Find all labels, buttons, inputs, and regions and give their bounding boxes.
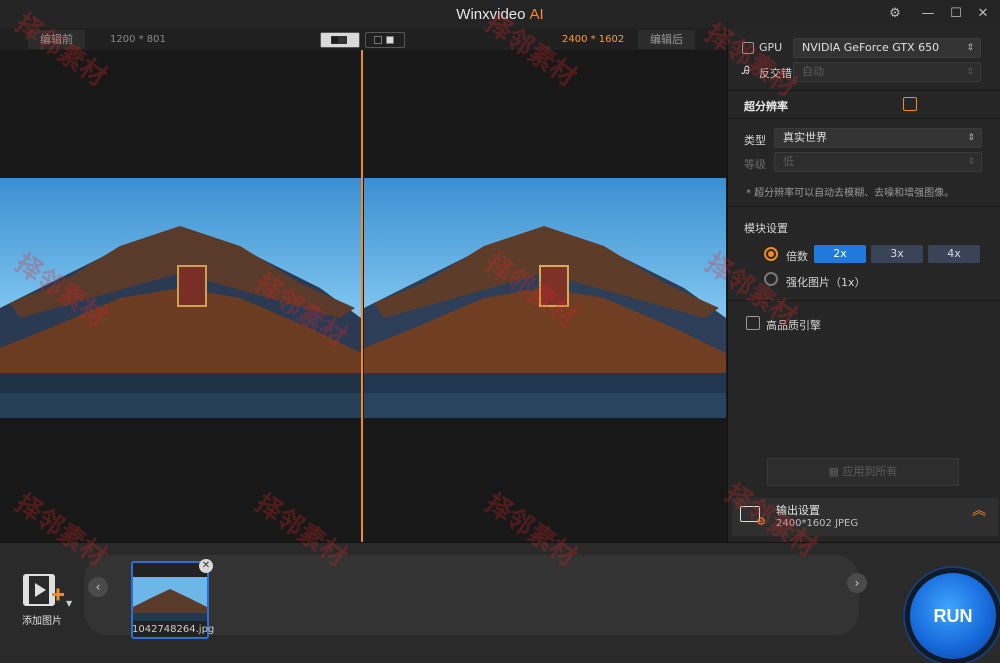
scale-radio[interactable] <box>764 247 778 261</box>
chevron-updown-icon: ⇕ <box>967 157 975 167</box>
deinterlace-select-value: 自动 <box>802 65 824 78</box>
next-arrow-icon[interactable]: › <box>847 573 867 593</box>
prev-arrow-icon[interactable]: ‹ <box>88 577 108 597</box>
pavilion-photo-before <box>0 226 361 418</box>
after-tab: 编辑后 <box>638 30 695 49</box>
level-select-value: 低 <box>783 155 794 168</box>
run-button[interactable]: RUN <box>910 573 996 659</box>
bottom-bar: ▼ 添加图片 ‹ › ✕ 1042748264.jpg RUN <box>0 542 1000 663</box>
compare-bar: 编辑前 1200 * 801 2400 * 1602 编辑后 <box>0 28 726 50</box>
title-bar: Winxvideo AI ⚙ — ☐ ✕ <box>0 0 1000 28</box>
split-view-button[interactable] <box>320 32 360 48</box>
maximize-icon[interactable]: ☐ <box>945 4 967 24</box>
minimize-icon[interactable]: — <box>917 4 939 24</box>
super-resolution-title: 超分辨率 <box>744 100 788 113</box>
add-dropdown-icon[interactable]: ▼ <box>66 599 72 608</box>
hq-engine-label: 高品质引擎 <box>766 319 821 332</box>
add-image-label: 添加图片 <box>22 616 62 627</box>
level-select[interactable]: 低 ⇕ <box>774 152 982 172</box>
apply-all-label: 应用到所有 <box>842 465 898 478</box>
model-settings-title: 模块设置 <box>744 222 788 235</box>
gpu-select-value: NVIDIA GeForce GTX 650 <box>802 41 940 54</box>
deinterlace-icon: Ꭿ <box>742 64 750 77</box>
chevron-updown-icon: ⇕ <box>967 133 975 143</box>
copy-icon: ▦ <box>828 465 843 478</box>
preview-area: 编辑前 1200 * 801 2400 * 1602 编辑后 <box>0 28 726 542</box>
before-tab: 编辑前 <box>28 30 85 49</box>
scale-label: 倍数 <box>786 250 808 263</box>
scale-3x-button[interactable]: 3x <box>871 245 923 263</box>
before-image <box>0 178 361 418</box>
enhance-radio[interactable] <box>764 272 778 286</box>
close-icon[interactable]: ✕ <box>972 4 994 24</box>
type-select-value: 真实世界 <box>783 131 827 144</box>
gpu-select[interactable]: NVIDIA GeForce GTX 650 ⇕ <box>793 38 981 58</box>
after-image <box>364 178 726 418</box>
output-value: 2400*1602 JPEG <box>776 518 859 529</box>
add-image-button[interactable] <box>22 573 64 606</box>
type-select[interactable]: 真实世界 ⇕ <box>774 128 982 148</box>
app-title-text: Winxvideo <box>456 6 526 23</box>
app-title: Winxvideo AI <box>0 6 1000 23</box>
output-title: 输出设置 <box>776 504 820 517</box>
enhance-label: 强化图片（1x） <box>786 276 866 289</box>
chevron-updown-icon: ⇕ <box>966 67 974 77</box>
gpu-label: GPU <box>759 41 783 54</box>
settings-icon[interactable]: ⚙ <box>884 4 906 24</box>
apply-all-button[interactable]: ▦ 应用到所有 <box>767 458 959 486</box>
settings-panel: GPU NVIDIA GeForce GTX 650 ⇕ Ꭿ 反交错 自动 ⇕ … <box>727 28 1000 542</box>
add-image-icon <box>23 574 64 606</box>
deinterlace-label: 反交错 <box>759 67 792 80</box>
chevron-double-up-icon[interactable]: ︽ <box>972 504 986 518</box>
super-resolution-hint: * 超分辨率可以自动去模糊、去噪和增强图像。 <box>746 188 955 199</box>
thumbnail-filename: 1042748264.jpg <box>132 624 215 635</box>
before-resolution: 1200 * 801 <box>110 34 166 45</box>
output-settings[interactable]: ⚙ 输出设置 2400*1602 JPEG ︽ <box>732 498 998 536</box>
after-resolution: 2400 * 1602 <box>562 34 625 45</box>
pavilion-photo-after <box>364 226 726 418</box>
output-settings-icon: ⚙ <box>740 506 766 528</box>
chevron-updown-icon: ⇕ <box>966 43 974 53</box>
level-label: 等级 <box>744 158 766 171</box>
scale-options: 2x 3x 4x <box>814 245 984 263</box>
type-label: 类型 <box>744 134 766 147</box>
app-title-ai: AI <box>529 6 544 23</box>
expand-icon[interactable] <box>903 97 917 111</box>
scale-4x-button[interactable]: 4x <box>928 245 980 263</box>
deinterlace-select[interactable]: 自动 ⇕ <box>793 62 981 82</box>
side-by-side-view-button[interactable] <box>365 32 405 48</box>
hq-engine-checkbox[interactable] <box>746 316 760 330</box>
gpu-checkbox[interactable] <box>742 42 754 54</box>
scale-2x-button[interactable]: 2x <box>814 245 866 263</box>
compare-divider[interactable] <box>361 50 363 542</box>
thumbnail-close-icon[interactable]: ✕ <box>199 559 213 573</box>
